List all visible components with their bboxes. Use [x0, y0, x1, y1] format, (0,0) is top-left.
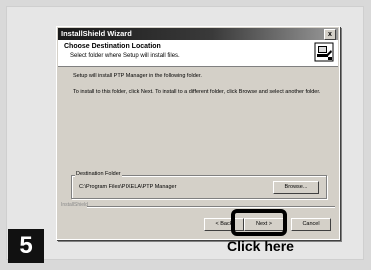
wizard-header: Choose Destination Location Select folde… — [58, 40, 338, 67]
installshield-brand: InstallShield — [61, 202, 88, 208]
instruction-text: To install to this folder, click Next. T… — [73, 89, 321, 95]
intro-text: Setup will install PTP Manager in the fo… — [73, 73, 202, 79]
title-bar: InstallShield Wizard x — [58, 28, 338, 40]
header-title: Choose Destination Location — [64, 43, 161, 50]
next-button-highlight — [231, 209, 287, 236]
cancel-button[interactable]: Cancel — [291, 218, 331, 231]
destination-path: C:\Program Files\PIXELA\PTP Manager — [79, 184, 177, 190]
click-here-callout: Click here — [227, 238, 294, 254]
step-number-badge: 5 — [8, 229, 44, 263]
footer-divider — [87, 206, 335, 208]
installer-computer-icon — [314, 42, 334, 62]
destination-folder-label: Destination Folder — [75, 171, 122, 177]
header-subtitle: Select folder where Setup will install f… — [70, 53, 180, 59]
window-title: InstallShield Wizard — [61, 29, 132, 38]
close-button[interactable]: x — [324, 29, 336, 40]
browse-button[interactable]: Browse... — [273, 181, 319, 194]
installshield-dialog: InstallShield Wizard x Choose Destinatio… — [56, 26, 340, 240]
